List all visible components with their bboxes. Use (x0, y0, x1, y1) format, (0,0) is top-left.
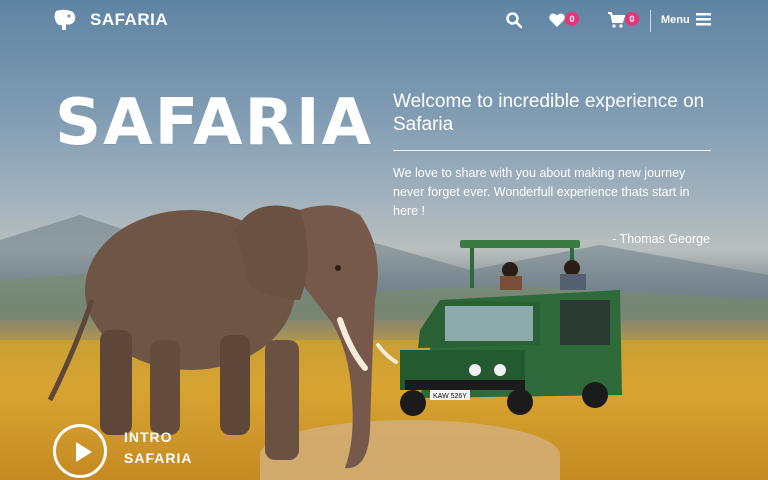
hero-title: SAFARIA (55, 86, 374, 160)
heart-icon[interactable] (548, 11, 566, 29)
hamburger-icon[interactable] (696, 13, 711, 26)
intro-video-label[interactable]: INTRO SAFARIA (124, 427, 192, 469)
welcome-heading: Welcome to incredible experience on Safa… (393, 91, 705, 135)
cart-count-badge: 0 (625, 12, 639, 26)
license-plate: KAW 526Y (433, 393, 467, 400)
quote-author: - Thomas George (612, 232, 710, 246)
elephant-logo-icon[interactable] (52, 8, 78, 32)
search-icon[interactable] (505, 11, 523, 29)
intro-label-line2: SAFARIA (124, 450, 193, 466)
brand-name[interactable]: SAFARIA (90, 10, 168, 30)
intro-label-line1: INTRO (124, 429, 173, 445)
hero-section: KAW 526Y SAFARIA 0 0 Menu SAFARIA Welcom… (0, 0, 768, 480)
jeep-illustration: KAW 526Y (400, 240, 622, 416)
heading-divider (393, 150, 711, 151)
play-icon (76, 442, 92, 462)
wishlist-count-badge: 0 (565, 12, 579, 26)
elephant-illustration (47, 205, 398, 469)
hero-description: We love to share with you about making n… (393, 166, 690, 218)
top-navigation: SAFARIA 0 0 Menu (0, 0, 768, 40)
nav-divider (650, 10, 651, 32)
cart-icon[interactable] (607, 11, 625, 29)
play-video-button[interactable] (53, 424, 107, 478)
menu-label[interactable]: Menu (661, 14, 690, 26)
